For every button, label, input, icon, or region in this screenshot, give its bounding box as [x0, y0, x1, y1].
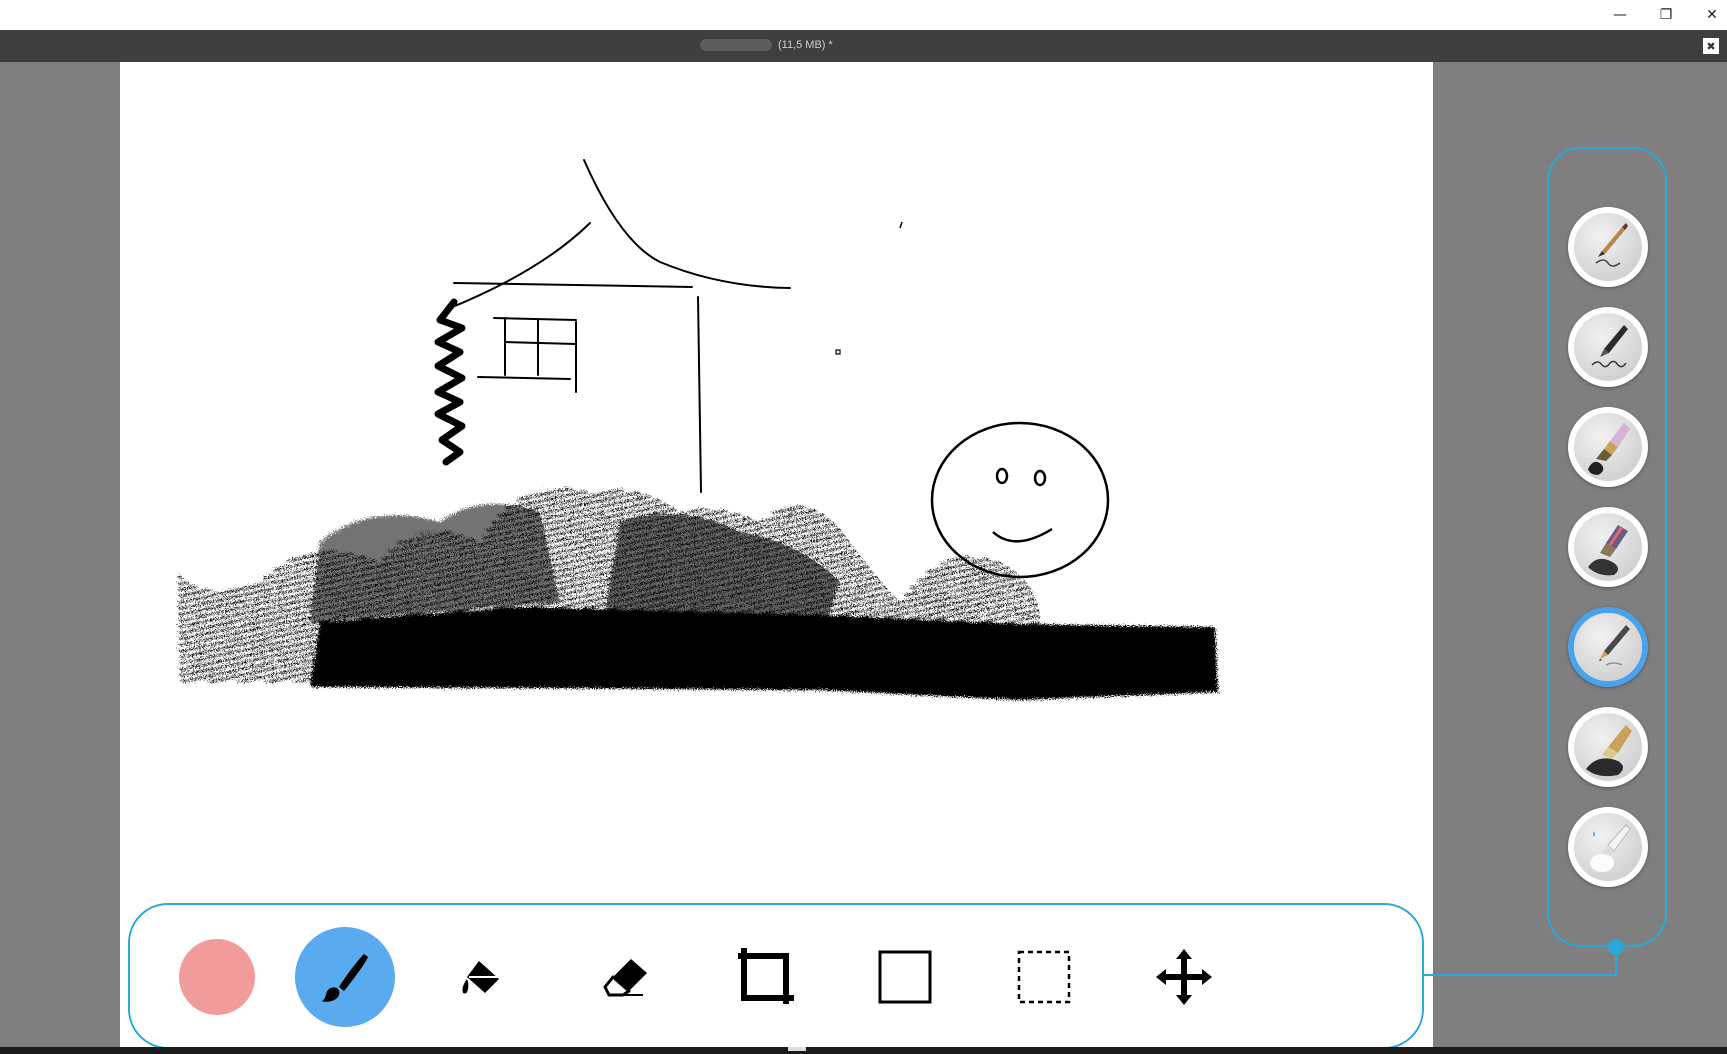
- bottom-marker: [788, 1047, 806, 1051]
- brush-preset-2[interactable]: [1568, 307, 1648, 387]
- brush-preset-7[interactable]: [1568, 807, 1648, 887]
- stray-mark-2: [835, 349, 841, 355]
- document-title: (11,5 MB) *: [700, 39, 833, 51]
- close-document-button[interactable]: ✖: [1703, 38, 1719, 54]
- eraser-icon: [603, 959, 647, 997]
- house: [444, 159, 791, 493]
- document-bar: (11,5 MB) * ✖: [0, 30, 1727, 62]
- window-titlebar: — ❐ ✕: [0, 0, 1727, 30]
- pencil-icon: [1574, 613, 1642, 681]
- document-size-label: (11,5 MB) *: [778, 39, 833, 51]
- close-window-button[interactable]: ✕: [1689, 0, 1727, 30]
- ground: [310, 607, 1218, 700]
- marker-icon: [1574, 513, 1642, 581]
- brush-preset-4[interactable]: [1568, 507, 1648, 587]
- paintbrush-icon: [322, 954, 368, 1002]
- crop-icon: [738, 948, 794, 1004]
- artwork: [178, 159, 1218, 700]
- brush-tool-button[interactable]: [293, 925, 397, 1029]
- brush-preset-6[interactable]: [1568, 707, 1648, 787]
- restore-button[interactable]: ❐: [1643, 0, 1689, 30]
- marquee-selection-icon: [1017, 950, 1071, 1004]
- bottom-toolbar: [128, 903, 1424, 1049]
- minimize-button[interactable]: —: [1597, 0, 1643, 30]
- stray-mark-1: [899, 221, 903, 229]
- brush-preset-3[interactable]: [1568, 407, 1648, 487]
- eraser-tool-button[interactable]: [573, 925, 677, 1029]
- brush-tool-active-bg: [295, 927, 395, 1027]
- ink-pen-icon: [1574, 313, 1642, 381]
- charcoal-icon: [1574, 713, 1642, 781]
- document-name-redacted: [700, 39, 772, 51]
- drawing-canvas[interactable]: [120, 62, 1433, 1047]
- brush-preset-panel: [1547, 147, 1667, 947]
- fill-tool-button[interactable]: [433, 925, 537, 1029]
- selection-tool-button[interactable]: [992, 925, 1096, 1029]
- paint-bucket-icon: [462, 961, 499, 994]
- smiley: [930, 421, 1110, 579]
- rectangle-tool-button[interactable]: [853, 925, 957, 1029]
- chimney: [434, 298, 466, 466]
- fine-brush-icon: [1574, 213, 1642, 281]
- wide-brush-icon: [1574, 413, 1642, 481]
- rectangle-icon: [878, 950, 932, 1004]
- bottom-strip: [0, 1047, 1727, 1054]
- panel-connector: [1424, 974, 1617, 976]
- move-tool-button[interactable]: [1132, 925, 1236, 1029]
- crop-tool-button[interactable]: [713, 925, 817, 1029]
- color-picker-button[interactable]: [165, 925, 269, 1029]
- brush-preset-1[interactable]: [1568, 207, 1648, 287]
- move-arrows-icon: [1156, 949, 1212, 1005]
- brush-preset-5[interactable]: [1568, 607, 1648, 687]
- current-color-swatch: [179, 939, 255, 1015]
- watercolor-icon: [1574, 813, 1642, 881]
